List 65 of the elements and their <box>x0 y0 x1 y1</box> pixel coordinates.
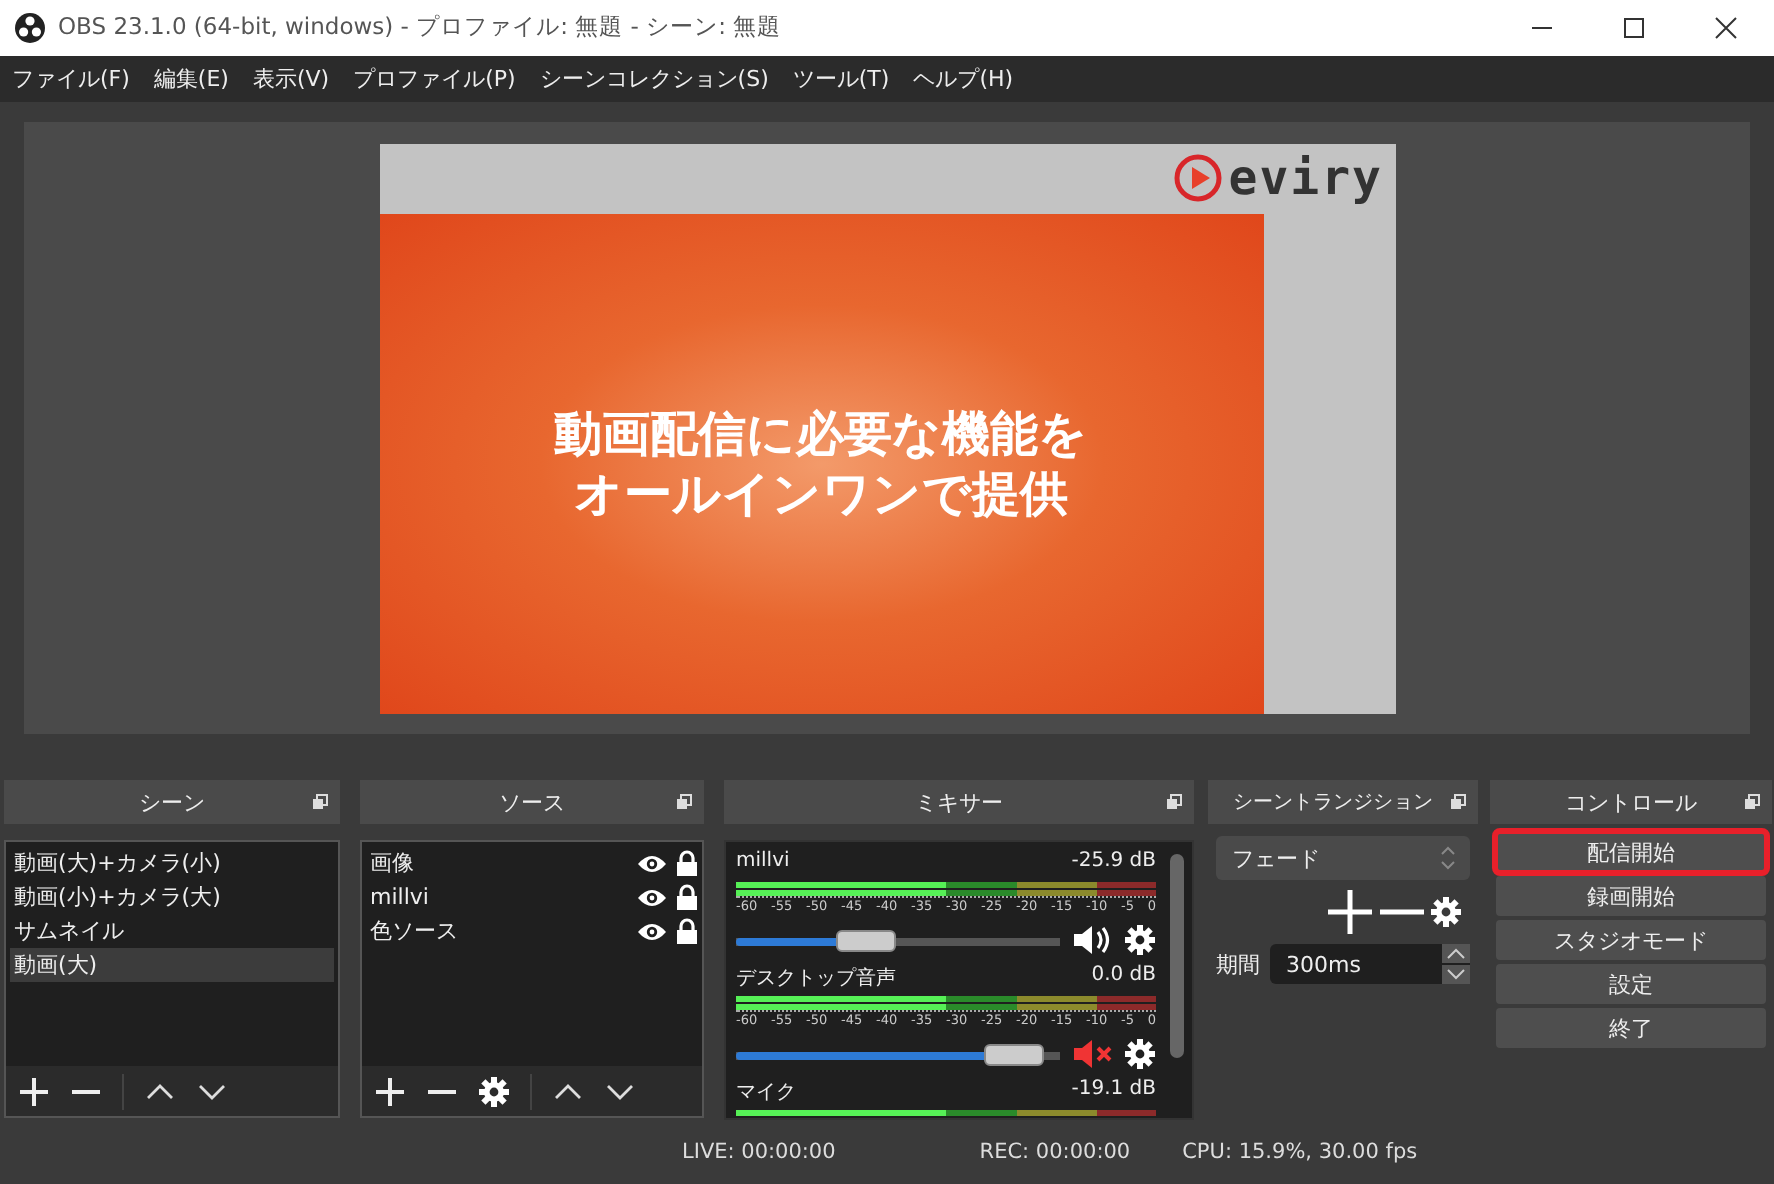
dock-title: ミキサー <box>915 787 1003 818</box>
settings-icon[interactable] <box>478 1075 510 1108</box>
menu-item[interactable]: シーンコレクション(S) <box>539 64 769 95</box>
menu-item[interactable]: ヘルプ(H) <box>913 64 1014 95</box>
float-icon[interactable] <box>676 794 692 811</box>
control-button[interactable]: 終了 <box>1496 1008 1766 1049</box>
duration-label: 期間 <box>1216 949 1260 980</box>
dock-title: シーン <box>139 787 205 818</box>
menu-item[interactable]: ツール(T) <box>792 64 890 95</box>
app-logo-icon <box>14 11 46 44</box>
window-title: OBS 23.1.0 (64-bit, windows) - プロファイル: 無題 - シーン: 無題 <box>58 12 784 43</box>
live-status: LIVE: 00:00:00 <box>682 1140 836 1165</box>
channel-name: デスクトップ音声 <box>736 965 896 993</box>
scene-item[interactable]: 動画(大)+カメラ(小) <box>10 846 334 881</box>
logo-text: eviry <box>1228 150 1383 207</box>
speaker-icon[interactable] <box>1072 924 1112 957</box>
muted-speaker-icon[interactable] <box>1072 1038 1112 1071</box>
dock-title: ソース <box>499 787 565 818</box>
settings-icon[interactable] <box>1124 924 1156 957</box>
cpu-status: CPU: 15.9%, 30.00 fps <box>1182 1140 1418 1165</box>
spin-arrows-icon <box>1442 944 1470 985</box>
scrollbar[interactable] <box>1170 854 1184 1059</box>
duration-field[interactable]: 300ms <box>1270 944 1470 985</box>
add-icon[interactable] <box>18 1075 50 1108</box>
rec-status: REC: 00:00:00 <box>979 1140 1131 1165</box>
menu-item[interactable]: プロファイル(P) <box>353 64 516 95</box>
dock-title: コントロール <box>1565 787 1697 818</box>
eye-icon[interactable] <box>636 919 668 944</box>
add-icon[interactable] <box>374 1075 406 1108</box>
control-button[interactable]: スタジオモード <box>1496 920 1766 961</box>
dock-title: シーントランジション <box>1233 790 1433 817</box>
volume-reading: -25.9 dB <box>1071 850 1156 877</box>
spin-arrows-icon <box>1438 844 1458 873</box>
close-icon[interactable] <box>1714 15 1738 40</box>
eye-icon[interactable] <box>636 851 668 876</box>
control-button[interactable]: 録画開始 <box>1496 876 1766 917</box>
control-button[interactable]: 配信開始 <box>1496 832 1766 873</box>
settings-icon[interactable] <box>1430 896 1462 929</box>
maximize-icon[interactable] <box>1622 15 1646 40</box>
headline: 動画配信に必要な機能を オールインワンで提供 <box>554 403 1088 524</box>
volume-reading: -19.1 dB <box>1071 1078 1156 1105</box>
play-icon <box>1174 154 1223 203</box>
channel-name: millvi <box>736 850 790 877</box>
float-icon[interactable] <box>1450 794 1466 811</box>
source-item[interactable]: 画像 <box>366 848 628 879</box>
scene-item[interactable]: サムネイル <box>10 914 334 949</box>
control-button[interactable]: 設定 <box>1496 964 1766 1005</box>
lock-icon[interactable] <box>676 918 698 945</box>
float-icon[interactable] <box>312 794 328 811</box>
volume-reading: 0.0 dB <box>1091 964 1156 991</box>
lock-icon[interactable] <box>676 884 698 911</box>
settings-icon[interactable] <box>1124 1038 1156 1071</box>
menu-item[interactable]: 表示(V) <box>252 64 330 95</box>
channel-name: マイク <box>736 1080 796 1107</box>
menu-item[interactable]: 編集(E) <box>153 64 229 95</box>
scene-item[interactable]: 動画(小)+カメラ(大) <box>10 880 334 915</box>
menu-item[interactable]: ファイル(F) <box>12 64 130 95</box>
scene-item[interactable]: 動画(大) <box>10 948 334 983</box>
float-icon[interactable] <box>1744 794 1760 811</box>
source-item[interactable]: millvi <box>366 884 628 911</box>
float-icon[interactable] <box>1166 794 1182 811</box>
source-item[interactable]: 色ソース <box>366 916 628 947</box>
lock-icon[interactable] <box>676 850 698 877</box>
transition-dropdown[interactable]: フェード <box>1216 836 1470 881</box>
eye-icon[interactable] <box>636 885 668 910</box>
